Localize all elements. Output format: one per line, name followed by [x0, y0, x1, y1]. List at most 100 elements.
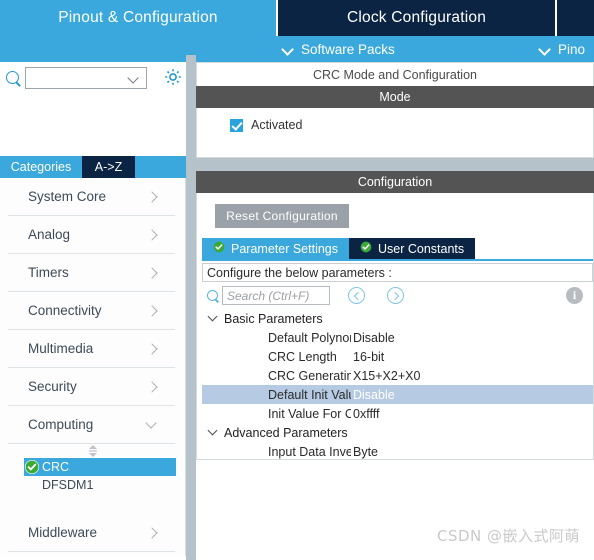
- tab-categories-label: Categories: [10, 160, 72, 174]
- sidebar-item-label: Computing: [28, 417, 94, 432]
- sidebar-item-dfsdm1[interactable]: DFSDM1: [0, 476, 185, 494]
- configuration-tab-bar: Parameter Settings User Constants: [202, 238, 476, 259]
- category-tab-filler: [135, 156, 186, 178]
- sidebar-search-row: [0, 62, 186, 94]
- sidebar-search-combo[interactable]: [25, 67, 147, 89]
- tab-parameter-settings[interactable]: Parameter Settings: [202, 238, 349, 259]
- activated-label: Activated: [251, 118, 303, 132]
- param-name: CRC Generating Poly...: [268, 368, 351, 383]
- param-name: Default Polynomial S...: [268, 330, 351, 345]
- sidebar-item-label: Multimedia: [28, 341, 94, 356]
- param-row-init-value-for-crc[interactable]: Init Value For CRC c... 0xffff: [202, 404, 593, 423]
- software-packs-label: Software Packs: [301, 41, 395, 57]
- sidebar-item-label: CRC: [42, 460, 70, 474]
- chevron-right-icon: [147, 230, 157, 240]
- sidebar-item-timers[interactable]: Timers: [8, 254, 175, 292]
- watermark: CSDN @嵌入式阿萌: [436, 527, 580, 545]
- gear-icon[interactable]: [163, 67, 183, 87]
- chevron-right-icon: [147, 382, 157, 392]
- configuration-section-body: Reset Configuration Parameter Settings U…: [196, 193, 594, 460]
- check-circle-icon: [360, 241, 372, 256]
- param-name: Default Init Value State: [268, 387, 351, 402]
- tab-categories[interactable]: Categories: [0, 156, 82, 178]
- computing-children: CRC DFSDM1: [0, 444, 185, 514]
- configure-hint-label: Configure the below parameters :: [207, 265, 392, 280]
- tab-a-to-z-label: A->Z: [94, 160, 123, 174]
- tab-overflow[interactable]: [555, 0, 594, 36]
- computing-item-list: CRC DFSDM1: [0, 458, 185, 494]
- tab-pinout-configuration-label: Pinout & Configuration: [58, 9, 218, 26]
- sidebar: Categories A->Z System Core Analog Timer…: [0, 62, 186, 560]
- parameter-search-placeholder: Search (Ctrl+F): [227, 288, 310, 303]
- configuration-section-label: Configuration: [357, 175, 433, 189]
- param-row-input-data-inversion[interactable]: Input Data Inversion ... Byte: [202, 442, 593, 459]
- tab-a-to-z[interactable]: A->Z: [82, 156, 135, 178]
- chevron-right-icon: [147, 268, 157, 278]
- prev-arrow-icon[interactable]: [348, 287, 365, 304]
- param-row-crc-generating-polynomial[interactable]: CRC Generating Poly... X15+X2+X0: [202, 366, 593, 385]
- group-basic-parameters[interactable]: Basic Parameters: [202, 309, 593, 328]
- sidebar-item-computing[interactable]: Computing: [8, 406, 175, 444]
- param-name: Init Value For CRC c...: [268, 406, 351, 421]
- param-value: 0xffff: [353, 406, 380, 421]
- activated-checkbox-row[interactable]: Activated: [230, 118, 593, 132]
- tab-pinout-configuration[interactable]: Pinout & Configuration: [0, 0, 276, 36]
- check-circle-icon: [25, 460, 39, 474]
- sidebar-item-security[interactable]: Security: [8, 368, 175, 406]
- scroll-updown-handle[interactable]: [0, 444, 185, 458]
- mode-section-body: Activated: [196, 108, 594, 158]
- activated-checkbox[interactable]: [230, 118, 243, 132]
- sidebar-item-label: DFSDM1: [42, 478, 94, 492]
- panel-splitter[interactable]: [186, 62, 196, 560]
- search-icon: [204, 287, 222, 305]
- chevron-down-icon: [147, 420, 157, 430]
- chevron-down-icon: [208, 428, 218, 438]
- page-title: CRC Mode and Configuration: [196, 62, 594, 86]
- pinout-menu[interactable]: Pino: [540, 36, 585, 62]
- chevron-right-icon: [147, 344, 157, 354]
- group-advanced-parameters[interactable]: Advanced Parameters: [202, 423, 593, 442]
- sidebar-item-crc[interactable]: CRC: [24, 458, 176, 476]
- group-basic-parameters-label: Basic Parameters: [224, 311, 323, 326]
- mode-section-label: Mode: [379, 90, 411, 104]
- param-row-default-init-value-state[interactable]: Default Init Value State Disable: [202, 385, 593, 404]
- search-icon: [2, 67, 24, 89]
- param-value: Byte: [353, 444, 379, 459]
- param-value: 16-bit: [353, 349, 385, 364]
- chevron-down-icon: [208, 314, 218, 324]
- sidebar-item-multimedia[interactable]: Multimedia: [8, 330, 175, 368]
- param-row-crc-length[interactable]: CRC Length 16-bit: [202, 347, 593, 366]
- info-icon-label: i: [572, 288, 577, 302]
- chevron-right-icon: [147, 306, 157, 316]
- reset-configuration-button[interactable]: Reset Configuration: [215, 204, 349, 228]
- configure-hint: Configure the below parameters :: [202, 263, 593, 282]
- group-advanced-parameters-label: Advanced Parameters: [224, 425, 348, 440]
- stm32cubemx-window: Pinout & Configuration Clock Configurati…: [0, 0, 594, 560]
- next-arrow-icon[interactable]: [387, 287, 404, 304]
- tab-clock-configuration-label: Clock Configuration: [346, 9, 487, 26]
- tab-user-constants[interactable]: User Constants: [349, 238, 476, 259]
- sidebar-item-middleware[interactable]: Middleware: [8, 514, 175, 552]
- parameter-tree: Basic Parameters Default Polynomial S...…: [202, 309, 593, 459]
- sidebar-item-analog[interactable]: Analog: [8, 216, 175, 254]
- tab-underline: [202, 259, 593, 261]
- software-packs-menu[interactable]: Software Packs: [283, 36, 395, 62]
- check-circle-icon: [213, 241, 225, 256]
- chevron-right-icon: [147, 528, 157, 538]
- top-tab-bar: Pinout & Configuration Clock Configurati…: [0, 0, 594, 36]
- info-icon[interactable]: i: [566, 287, 583, 304]
- tab-clock-configuration[interactable]: Clock Configuration: [276, 0, 555, 36]
- tab-parameter-settings-label: Parameter Settings: [231, 241, 338, 256]
- parameter-search-input[interactable]: Search (Ctrl+F): [222, 286, 330, 305]
- main-panel: CRC Mode and Configuration Mode Activate…: [196, 62, 594, 560]
- param-value: X15+X2+X0: [353, 368, 421, 383]
- sidebar-item-label: Analog: [28, 227, 71, 242]
- chevron-down-icon: [283, 44, 294, 55]
- sidebar-item-connectivity[interactable]: Connectivity: [8, 292, 175, 330]
- param-row-default-polynomial-state[interactable]: Default Polynomial S... Disable: [202, 328, 593, 347]
- sidebar-item-system-core[interactable]: System Core: [8, 178, 175, 216]
- tab-user-constants-label: User Constants: [378, 241, 465, 256]
- chevron-down-icon: [540, 44, 551, 55]
- sidebar-item-label: Middleware: [28, 525, 98, 540]
- page-title-label: CRC Mode and Configuration: [313, 67, 477, 82]
